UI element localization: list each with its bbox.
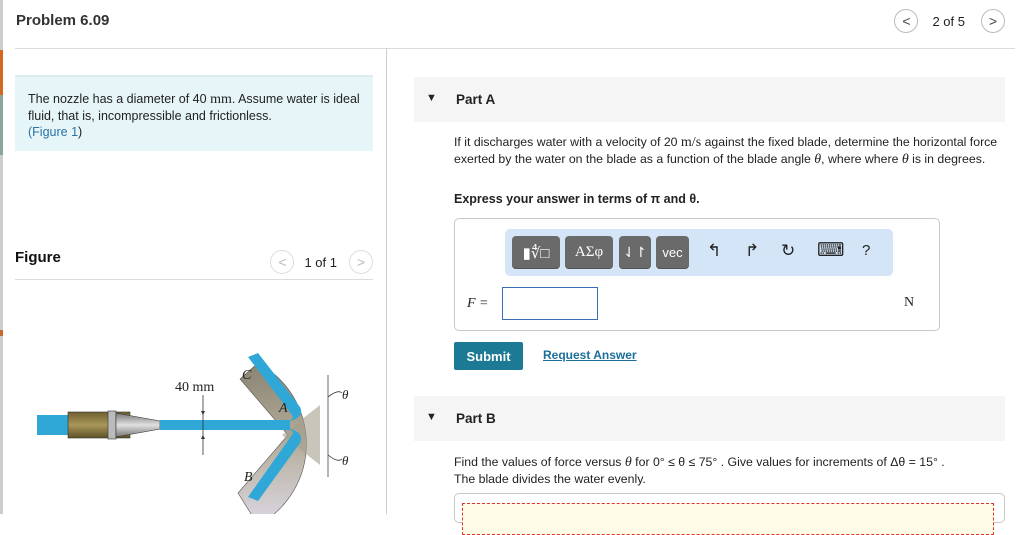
- part-b-header[interactable]: ▼ Part B: [414, 396, 1005, 441]
- figure-count: 1 of 1: [304, 254, 337, 270]
- figure-link[interactable]: Figure 1: [32, 125, 78, 139]
- submit-button[interactable]: Submit: [454, 342, 523, 370]
- theta-symbol: θ: [624, 455, 632, 470]
- chevron-right-icon: >: [356, 254, 366, 270]
- theta-label-bottom: θ: [342, 453, 349, 468]
- answer-unit: N: [904, 295, 915, 310]
- q-text: The blade divides the water evenly.: [454, 472, 646, 486]
- problem-intro: The nozzle has a diameter of 40 mm. Assu…: [15, 75, 373, 151]
- reset-icon[interactable]: ↻: [781, 241, 795, 261]
- label-a: A: [278, 401, 288, 416]
- nozzle-ring: [107, 410, 117, 440]
- collapse-triangle-icon[interactable]: ▼: [426, 411, 437, 423]
- problem-header: Problem 6.09 < 2 of 5 >: [15, 0, 1015, 49]
- part-b-answer-box: [454, 493, 1005, 535]
- problem-count: 2 of 5: [932, 13, 965, 29]
- figure-header: Figure < 1 of 1 >: [15, 246, 373, 280]
- help-icon[interactable]: ?: [862, 242, 870, 259]
- answer-input[interactable]: [502, 287, 598, 320]
- problem-pager: < 2 of 5 >: [894, 9, 1005, 33]
- label-b: B: [244, 470, 253, 485]
- vector-button[interactable]: vec: [656, 236, 689, 269]
- prev-figure-button[interactable]: <: [270, 250, 295, 274]
- express-instruction: Express your answer in terms of π and θ.: [454, 192, 700, 206]
- chevron-right-icon: >: [988, 13, 998, 29]
- label-c: C: [242, 368, 252, 383]
- prev-problem-button[interactable]: <: [894, 9, 919, 33]
- theta-label-top: θ: [342, 387, 349, 402]
- part-b-answer-area[interactable]: [462, 503, 994, 535]
- nozzle-blade-figure: 40 mm C A B θ θ: [37, 353, 349, 514]
- q-text: Find the values of force versus: [454, 455, 625, 469]
- next-figure-button[interactable]: >: [349, 250, 373, 274]
- paren-close: ): [78, 125, 83, 139]
- answer-box: ▮∜□ ΑΣφ ⇃↾ vec ↰ ↱ ↻ ⌨ ? F = N: [454, 218, 940, 331]
- next-problem-button[interactable]: >: [981, 9, 1005, 33]
- part-b-question: Find the values of force versus θ for 0°…: [454, 454, 1014, 487]
- panel-divider[interactable]: [386, 48, 387, 514]
- theta-symbol: θ: [901, 152, 909, 167]
- subscript-superscript-button[interactable]: ⇃↾: [619, 236, 651, 269]
- q-text: If it discharges water with a velocity o…: [454, 135, 681, 149]
- page-title: Problem 6.09: [16, 12, 110, 29]
- keyboard-icon[interactable]: ⌨: [817, 239, 844, 262]
- left-edge-strip: [0, 0, 3, 514]
- intro-unit: mm: [210, 92, 232, 107]
- collapse-triangle-icon[interactable]: ▼: [426, 92, 437, 104]
- q-text: is in degrees.: [908, 152, 986, 166]
- part-a-question: If it discharges water with a velocity o…: [454, 134, 1014, 168]
- templates-button[interactable]: ▮∜□: [512, 236, 560, 269]
- q-text: , where where: [821, 152, 902, 166]
- nozzle-cone: [115, 412, 161, 438]
- math-toolbar: ▮∜□ ΑΣφ ⇃↾ vec ↰ ↱ ↻ ⌨ ?: [505, 229, 893, 276]
- chevron-left-icon: <: [278, 254, 287, 270]
- figure-pager: < 1 of 1 >: [270, 250, 373, 274]
- f-equals: F =: [467, 296, 489, 311]
- dimension-label: 40 mm: [175, 380, 214, 395]
- q-text: for 0° ≤ θ ≤ 75° . Give values for incre…: [631, 455, 945, 469]
- part-a-header[interactable]: ▼ Part A: [414, 77, 1005, 122]
- redo-icon[interactable]: ↱: [745, 241, 759, 261]
- request-answer-link[interactable]: Request Answer: [543, 348, 637, 362]
- q-unit: m/s: [680, 135, 702, 150]
- water-jet: [160, 420, 290, 430]
- chevron-left-icon: <: [902, 13, 911, 29]
- part-b-label: Part B: [456, 411, 496, 426]
- figure-label: Figure: [15, 249, 61, 266]
- greek-symbols-button[interactable]: ΑΣφ: [565, 236, 613, 269]
- undo-icon[interactable]: ↰: [707, 241, 721, 261]
- intro-text: The nozzle has a diameter of 40: [28, 92, 211, 106]
- answer-label: F =: [467, 294, 489, 312]
- part-a-label: Part A: [456, 92, 496, 107]
